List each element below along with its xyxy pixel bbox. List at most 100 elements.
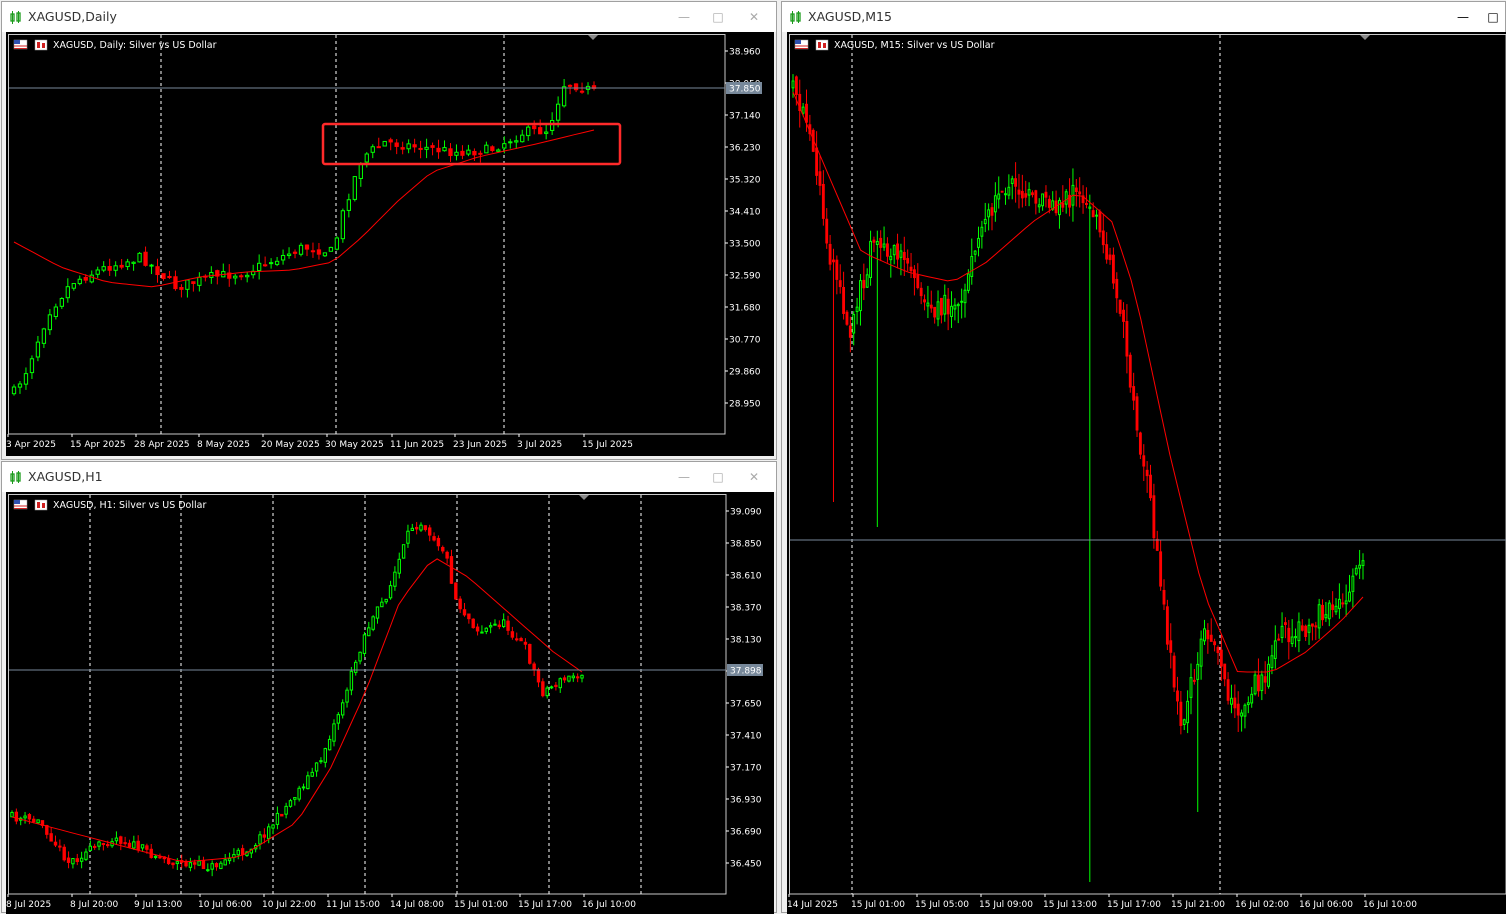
minimize-button[interactable]: — — [675, 468, 693, 486]
candle — [846, 310, 848, 326]
candle — [920, 282, 922, 304]
candle — [246, 272, 249, 282]
candle — [1136, 393, 1138, 437]
chart-shift-marker[interactable] — [1360, 35, 1370, 40]
candle — [934, 307, 936, 324]
candle — [1291, 619, 1293, 647]
candle — [1143, 444, 1145, 481]
chart-window-daily[interactable]: XAGUSD,Daily — □ ✕ XAGUSD, Daily: Silver… — [1, 1, 777, 460]
price-tick-label: 35.320 — [729, 176, 761, 186]
candle — [269, 258, 272, 268]
candle — [381, 598, 383, 607]
chart-window-h1[interactable]: XAGUSD,H1 — □ ✕ XAGUSD, H1: Silver vs US… — [1, 461, 777, 913]
window-titlebar[interactable]: XAGUSD,M15 — □ — [782, 2, 1505, 32]
candle — [481, 625, 483, 633]
candle — [67, 851, 69, 868]
candle — [887, 237, 889, 263]
candle — [533, 120, 536, 134]
candle — [863, 264, 865, 300]
candle — [281, 250, 284, 265]
minimize-button[interactable]: — — [675, 8, 693, 26]
candle — [520, 637, 522, 641]
candle — [156, 259, 159, 283]
plot-frame — [790, 35, 1506, 895]
chart-type-icon[interactable] — [35, 500, 47, 510]
candle — [836, 255, 838, 294]
chart-type-icon[interactable] — [35, 40, 47, 50]
candle — [529, 644, 531, 665]
candle — [1163, 579, 1165, 610]
candle — [1231, 685, 1233, 714]
candle — [359, 651, 361, 664]
time-tick-label: 20 May 2025 — [261, 440, 320, 450]
price-tick-label: 36.690 — [730, 828, 762, 838]
candle — [102, 261, 105, 272]
candle — [429, 525, 431, 541]
candle — [876, 231, 878, 527]
candle — [281, 814, 283, 816]
candle — [843, 272, 845, 320]
candle — [468, 614, 470, 624]
candle — [924, 294, 926, 310]
candle — [1059, 197, 1061, 228]
candle — [102, 843, 104, 851]
close-button[interactable]: ✕ — [745, 8, 763, 26]
candle — [537, 668, 539, 687]
maximize-button[interactable]: □ — [709, 8, 727, 26]
candle — [96, 267, 99, 278]
chart-shift-marker[interactable] — [579, 495, 589, 500]
candle — [951, 291, 953, 328]
candle — [576, 673, 578, 682]
candle — [372, 615, 374, 631]
window-titlebar[interactable]: XAGUSD,Daily — □ ✕ — [2, 2, 776, 32]
candle — [216, 270, 219, 285]
candle — [1005, 188, 1007, 205]
candle — [860, 274, 862, 326]
candle — [1251, 687, 1253, 708]
time-tick-label: 15 Jul 2025 — [582, 440, 633, 450]
candle — [302, 784, 304, 791]
candle — [853, 311, 855, 345]
chart-area[interactable]: XAGUSD, Daily: Silver vs US Dollar38.960… — [6, 32, 774, 456]
chart-shift-marker[interactable] — [588, 35, 598, 40]
minimize-button[interactable]: — — [1454, 8, 1472, 26]
candle — [1254, 671, 1256, 696]
maximize-button[interactable]: □ — [709, 468, 727, 486]
candle — [981, 221, 983, 249]
candle — [467, 145, 470, 156]
candle — [944, 284, 946, 321]
candle — [394, 566, 396, 591]
time-tick-label: 15 Jul 21:00 — [1171, 900, 1225, 910]
window-titlebar[interactable]: XAGUSD,H1 — □ ✕ — [2, 462, 776, 492]
price-tick-label: 37.650 — [730, 700, 762, 710]
candle — [455, 144, 458, 160]
chart-window-m15[interactable]: XAGUSD,M15 — □ XAGUSD, M15: Silver vs US… — [781, 1, 1506, 913]
window-title: XAGUSD,M15 — [808, 9, 892, 24]
chart-type-icon[interactable] — [816, 40, 828, 50]
candle — [210, 266, 213, 284]
candle — [1305, 625, 1307, 641]
candle — [974, 250, 976, 262]
chart-area[interactable]: XAGUSD, H1: Silver vs US Dollar39.09038.… — [6, 492, 774, 914]
chart-area[interactable]: XAGUSD, M15: Silver vs US Dollar14 Jul 2… — [787, 32, 1506, 914]
candle — [1345, 584, 1347, 616]
candle — [167, 855, 169, 865]
time-tick-label: 15 Jul 09:00 — [979, 900, 1033, 910]
maximize-button[interactable]: □ — [1484, 8, 1502, 26]
candle — [150, 264, 153, 274]
candle — [1096, 210, 1098, 230]
moving-average-line — [14, 130, 594, 287]
candle — [42, 328, 45, 348]
time-tick-label: 14 Jul 2025 — [787, 900, 838, 910]
candle — [389, 138, 392, 151]
close-button[interactable]: ✕ — [745, 468, 763, 486]
candle — [907, 249, 909, 271]
candle — [443, 140, 446, 151]
candle — [473, 148, 476, 161]
candle — [1355, 565, 1357, 576]
candle — [258, 254, 261, 279]
candle — [98, 841, 100, 850]
candle — [371, 144, 374, 158]
time-tick-label: 15 Apr 2025 — [70, 440, 126, 450]
candle — [1284, 617, 1286, 638]
